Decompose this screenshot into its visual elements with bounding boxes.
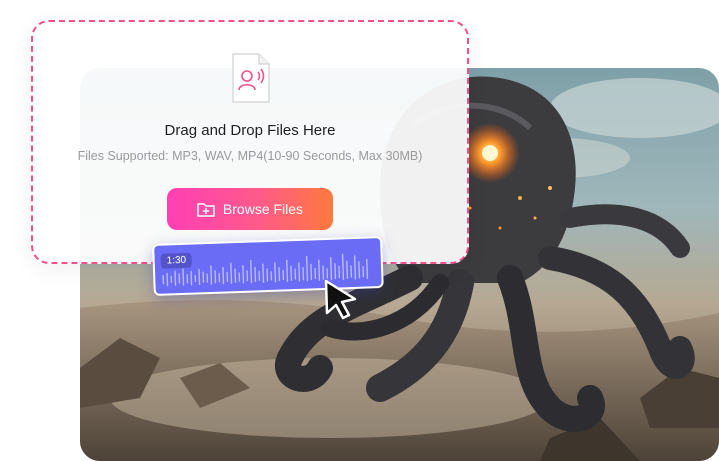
- supported-files-text: Files Supported: MP3, WAV, MP4(10-90 Sec…: [77, 149, 423, 163]
- audio-file-icon: [232, 53, 270, 103]
- mouse-pointer-icon: [324, 279, 357, 320]
- waveform-timestamp: 1:30: [160, 252, 193, 269]
- browse-files-label: Browse Files: [222, 201, 304, 217]
- folder-plus-icon: [197, 203, 215, 217]
- dropzone-title: Drag and Drop Files Here: [164, 122, 336, 139]
- browse-files-button[interactable]: Browse Files: [167, 188, 333, 230]
- upload-dropzone[interactable]: Drag and Drop Files Here Files Supported…: [31, 20, 469, 264]
